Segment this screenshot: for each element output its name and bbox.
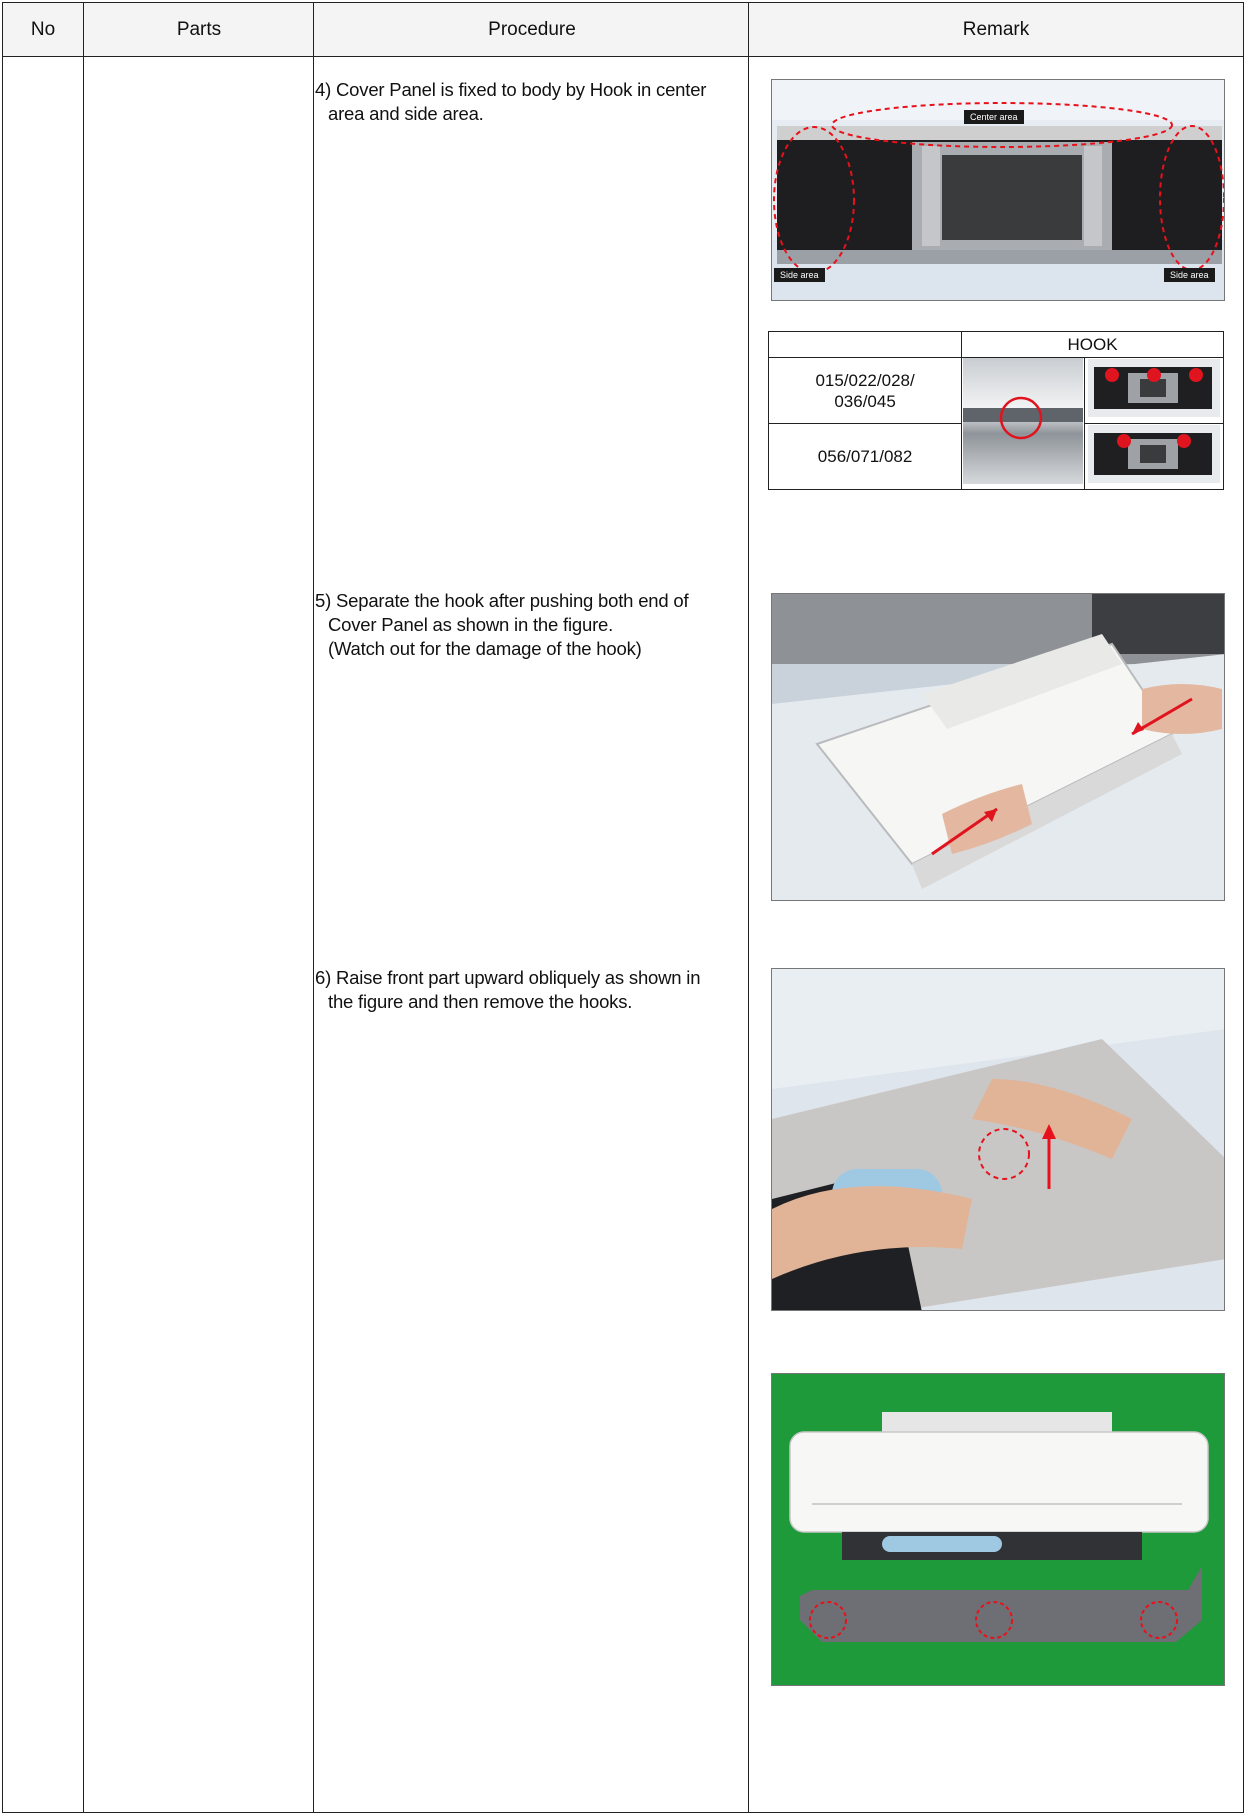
- figure-removed-cover-panel: [771, 1373, 1225, 1686]
- hook-table-header: HOOK: [961, 331, 1224, 358]
- figure-separate-hook: [771, 593, 1225, 901]
- step-6-text: 6) Raise front part upward obliquely as …: [315, 967, 701, 1012]
- figure-3-illustration: [772, 969, 1224, 1310]
- hook-model-cell: 015/022/028/ 036/045: [767, 357, 963, 424]
- hook-table: HOOK 015/022/028/ 036/045 056/071/082: [767, 331, 1224, 490]
- header-remark: Remark: [962, 19, 1030, 40]
- step-4-text: 4) Cover Panel is fixed to body by Hook …: [315, 79, 707, 124]
- figure-raise-front-part: [771, 968, 1225, 1311]
- header-procedure: Procedure: [488, 19, 576, 40]
- side-area-left-label: Side area: [774, 268, 825, 282]
- figure-4-illustration: [772, 1374, 1224, 1685]
- step-5-text: 5) Separate the hook after pushing both …: [315, 590, 689, 659]
- hook-table-corner: [767, 331, 963, 358]
- column-divider-1: [83, 3, 84, 1812]
- hook-position-cell-1: [1084, 357, 1224, 424]
- center-area-label: Center area: [964, 110, 1024, 124]
- figure-cover-panel-areas: Center area Side area Side area: [771, 79, 1225, 301]
- hook-position-photo-1: [1088, 359, 1221, 417]
- column-divider-2: [313, 3, 314, 1812]
- side-area-right-label: Side area: [1164, 268, 1215, 282]
- hook-position-cell-2: [1084, 423, 1224, 490]
- figure-2-illustration: [772, 594, 1224, 900]
- hook-model-cell: 056/071/082: [767, 423, 963, 490]
- hook-position-photo-2: [1088, 425, 1221, 483]
- hook-closeup-cell: [961, 357, 1086, 490]
- table-header: No Parts Procedure Remark: [3, 3, 1243, 57]
- column-divider-3: [748, 3, 749, 1812]
- header-parts: Parts: [176, 19, 222, 40]
- hook-closeup-photo: [963, 358, 1084, 484]
- header-no: No: [30, 19, 56, 40]
